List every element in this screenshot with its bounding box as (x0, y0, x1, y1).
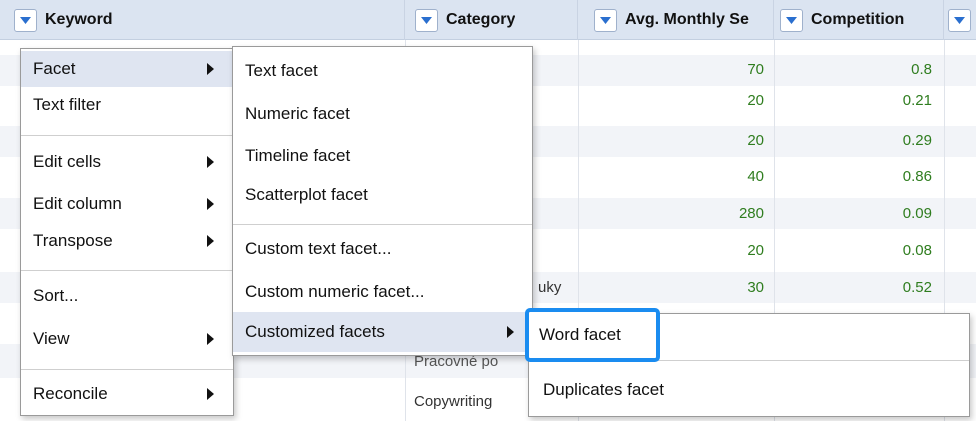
column-header-keyword: Keyword (0, 0, 405, 40)
category-column-label: Category (446, 11, 516, 28)
menu-item-duplicates-facet[interactable]: Duplicates facet (529, 370, 969, 410)
menu-item-custom-numeric-facet[interactable]: Custom numeric facet... (233, 276, 532, 308)
menu-item-sort[interactable]: Sort... (21, 280, 233, 312)
menu-item-transpose-label: Transpose (33, 231, 113, 250)
column-header-next (944, 0, 976, 40)
avg-monthly-cell: 20 (747, 132, 764, 149)
competition-cell: 0.09 (902, 205, 932, 222)
competition-column-label: Competition (811, 11, 905, 28)
menu-item-word-facet[interactable]: Word facet (525, 308, 660, 362)
category-column-dropdown-icon[interactable] (415, 8, 438, 32)
avg-monthly-cell: 280 (738, 205, 764, 222)
menu-item-reconcile-label: Reconcile (33, 384, 108, 403)
competition-cell: 0.21 (902, 92, 932, 109)
menu-item-custom-text-facet-label: Custom text facet... (245, 239, 392, 258)
menu-item-word-facet-label: Word facet (539, 325, 621, 344)
column-context-menu: Facet Text filter Edit cells Edit column… (20, 48, 234, 416)
submenu-arrow-icon (207, 235, 214, 247)
menu-item-edit-column[interactable]: Edit column (21, 188, 233, 220)
menu-item-facet-label: Facet (33, 59, 76, 78)
menu-separator (21, 270, 233, 271)
menu-item-timeline-facet-label: Timeline facet (245, 146, 351, 165)
menu-item-facet[interactable]: Facet (21, 51, 233, 87)
menu-separator (21, 369, 233, 370)
column-header-category: Category (405, 0, 578, 40)
menu-item-numeric-facet[interactable]: Numeric facet (233, 98, 532, 130)
menu-item-view[interactable]: View (21, 323, 233, 355)
submenu-arrow-icon (207, 388, 214, 400)
category-cell: Copywriting (414, 393, 493, 410)
competition-cell: 0.08 (902, 242, 932, 259)
next-column-dropdown-icon[interactable] (948, 8, 971, 32)
menu-item-edit-cells[interactable]: Edit cells (21, 146, 233, 178)
avg-monthly-cell: 40 (747, 168, 764, 185)
facet-submenu: Text facet Numeric facet Timeline facet … (232, 46, 533, 356)
avg-monthly-column-dropdown-icon[interactable] (594, 8, 617, 32)
menu-item-view-label: View (33, 329, 70, 348)
avg-monthly-cell: 20 (747, 242, 764, 259)
menu-item-reconcile[interactable]: Reconcile (21, 378, 233, 410)
submenu-arrow-icon (207, 63, 214, 75)
menu-item-customized-facets-label: Customized facets (245, 322, 385, 341)
menu-item-numeric-facet-label: Numeric facet (245, 104, 350, 123)
avg-monthly-column-label: Avg. Monthly Se (625, 11, 749, 28)
menu-item-timeline-facet[interactable]: Timeline facet (233, 140, 532, 172)
submenu-arrow-icon (207, 156, 214, 168)
competition-cell: 0.29 (902, 132, 932, 149)
avg-monthly-cell: 70 (747, 61, 764, 78)
column-header-competition: Competition (774, 0, 944, 40)
menu-item-custom-text-facet[interactable]: Custom text facet... (233, 232, 532, 266)
submenu-arrow-icon (207, 198, 214, 210)
submenu-arrow-icon (207, 333, 214, 345)
competition-cell: 0.52 (902, 279, 932, 296)
menu-item-customized-facets[interactable]: Customized facets (233, 312, 532, 352)
column-header-bar: Keyword Category Avg. Monthly Se Competi… (0, 0, 976, 40)
menu-item-text-filter-label: Text filter (33, 95, 102, 114)
menu-item-text-facet-label: Text facet (245, 61, 318, 80)
menu-item-sort-label: Sort... (33, 286, 79, 305)
menu-item-edit-column-label: Edit column (33, 194, 122, 213)
avg-monthly-cell: 30 (747, 279, 764, 296)
category-cell: uky (538, 279, 562, 296)
menu-item-scatterplot-facet-label: Scatterplot facet (245, 185, 368, 204)
menu-item-edit-cells-label: Edit cells (33, 152, 102, 171)
competition-column-dropdown-icon[interactable] (780, 8, 803, 32)
menu-item-custom-numeric-facet-label: Custom numeric facet... (245, 282, 425, 301)
menu-item-text-filter[interactable]: Text filter (21, 89, 233, 121)
menu-item-text-facet[interactable]: Text facet (233, 55, 532, 87)
competition-cell: 0.8 (911, 61, 932, 78)
menu-separator (233, 224, 532, 225)
keyword-column-label: Keyword (45, 11, 113, 28)
keyword-column-dropdown-icon[interactable] (14, 8, 37, 32)
menu-separator (21, 135, 233, 136)
competition-cell: 0.86 (902, 168, 932, 185)
menu-item-scatterplot-facet[interactable]: Scatterplot facet (233, 179, 532, 211)
menu-item-transpose[interactable]: Transpose (21, 225, 233, 257)
menu-item-duplicates-facet-label: Duplicates facet (543, 380, 664, 399)
avg-monthly-cell: 20 (747, 92, 764, 109)
column-header-avg-monthly: Avg. Monthly Se (578, 0, 774, 40)
submenu-arrow-icon (507, 326, 514, 338)
